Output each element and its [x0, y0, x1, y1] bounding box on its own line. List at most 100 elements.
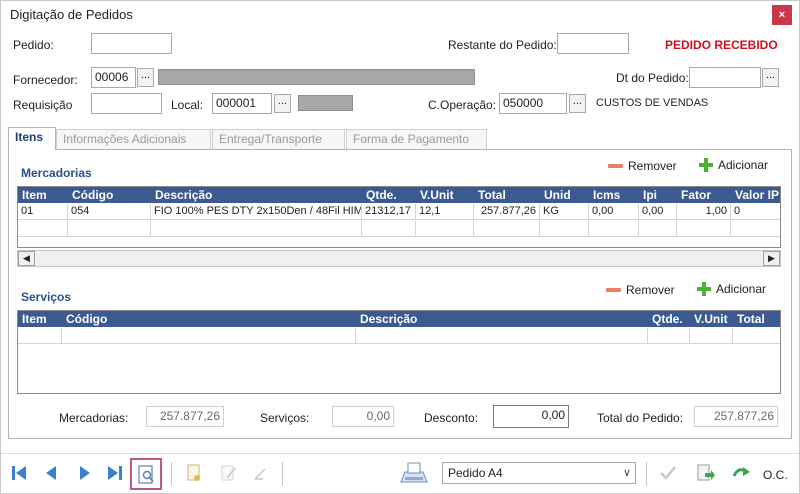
requisicao-input[interactable] [91, 93, 162, 114]
servicos-add-label: Adicionar [716, 282, 767, 296]
minus-icon [608, 164, 623, 168]
report-select-value: Pedido A4 [448, 466, 503, 480]
col-total[interactable]: Total [737, 312, 765, 326]
cell-unid: KG [540, 204, 589, 220]
tab-itens[interactable]: Itens [8, 127, 56, 150]
col-vunit[interactable]: V.Unit [694, 312, 728, 326]
delete-icon[interactable] [251, 463, 271, 483]
col-item[interactable]: Item [22, 188, 47, 202]
cell-qtde: 21312,17 [362, 204, 416, 220]
local-label: Local: [171, 98, 204, 112]
itens-panel: Mercadorias Remover Adicionar Item Códig… [8, 149, 792, 439]
fornecedor-code-input[interactable]: 00006 [91, 67, 136, 88]
mercadorias-add-label: Adicionar [718, 158, 769, 172]
pedido-input[interactable] [91, 33, 172, 54]
last-record-icon[interactable] [105, 463, 125, 483]
servicos-remove-button[interactable]: Remover [606, 283, 675, 297]
col-valor-ipi[interactable]: Valor IP [735, 188, 779, 202]
toolbar-separator [171, 462, 172, 486]
col-total[interactable]: Total [478, 188, 506, 202]
mercadorias-grid-header: Item Código Descrição Qtde. V.Unit Total… [18, 187, 780, 203]
tab-entrega-transporte[interactable]: Entrega/Transporte [212, 129, 345, 149]
col-fator[interactable]: Fator [681, 188, 711, 202]
local-code-input[interactable]: 000001 [212, 93, 272, 114]
export-document-icon[interactable] [695, 463, 715, 483]
plus-icon [697, 282, 711, 296]
mercadorias-title: Mercadorias [21, 166, 92, 180]
servicos-add-button[interactable]: Adicionar [697, 282, 766, 296]
confirm-check-icon[interactable] [658, 463, 678, 483]
desconto-label: Desconto: [424, 411, 479, 425]
cell-valor-ipi: 0 [731, 204, 780, 220]
local-name-field [298, 95, 353, 111]
total-pedido-label: Total do Pedido: [597, 411, 684, 425]
total-pedido-field: 257.877,26 [694, 406, 778, 427]
fornecedor-label: Fornecedor: [13, 73, 78, 87]
oc-label[interactable]: O.C. [763, 468, 788, 482]
col-codigo[interactable]: Código [72, 188, 113, 202]
col-icms[interactable]: Icms [593, 188, 620, 202]
col-descricao[interactable]: Descrição [360, 312, 417, 326]
col-descricao[interactable]: Descrição [155, 188, 212, 202]
servicos-title: Serviços [21, 290, 72, 304]
minus-icon [606, 288, 621, 292]
printer-icon[interactable] [399, 460, 429, 486]
scroll-left-button[interactable]: ◀ [18, 251, 35, 266]
document-search-icon [138, 465, 154, 484]
scroll-right-button[interactable]: ▶ [763, 251, 780, 266]
col-unid[interactable]: Unid [544, 188, 571, 202]
fornecedor-lookup-button[interactable]: ... [137, 68, 154, 87]
desconto-input[interactable]: 0,00 [493, 405, 569, 428]
report-select[interactable]: Pedido A4 ∨ [442, 462, 636, 484]
servicos-grid: Item Código Descrição Qtde. V.Unit Total [17, 310, 781, 394]
search-record-button[interactable] [130, 458, 162, 490]
first-record-icon[interactable] [9, 463, 29, 483]
table-row-empty [18, 328, 780, 344]
col-qtde[interactable]: Qtde. [366, 188, 397, 202]
mercadorias-remove-button[interactable]: Remover [608, 159, 677, 173]
status-badge: PEDIDO RECEBIDO [665, 38, 778, 52]
total-servicos-field: 0,00 [332, 406, 394, 427]
cell-total: 257.877,26 [474, 204, 540, 220]
previous-record-icon[interactable] [41, 463, 61, 483]
cell-descricao: FIO 100% PES DTY 2x150Den / 48Fil HIM [151, 204, 362, 220]
toolbar-separator [646, 462, 647, 486]
operacao-lookup-button[interactable]: ... [569, 94, 586, 113]
operacao-label: C.Operação: [428, 98, 497, 112]
toolbar-separator [282, 462, 283, 486]
cell-ipi: 0,00 [639, 204, 677, 220]
generate-order-arrow-icon[interactable] [731, 463, 751, 483]
cell-vunit: 12,1 [416, 204, 474, 220]
tab-informacoes-adicionais[interactable]: Informações Adicionais [56, 129, 211, 149]
requisicao-label: Requisição [13, 98, 73, 112]
servicos-remove-label: Remover [626, 283, 675, 297]
horizontal-scrollbar[interactable]: ◀ ▶ [17, 250, 781, 267]
local-lookup-button[interactable]: ... [274, 94, 291, 113]
tab-strip: Itens Informações Adicionais Entrega/Tra… [8, 127, 792, 150]
servicos-grid-header: Item Código Descrição Qtde. V.Unit Total [18, 311, 780, 327]
new-document-icon[interactable] [184, 463, 204, 483]
operacao-description: CUSTOS DE VENDAS [596, 97, 709, 109]
cell-codigo: 054 [68, 204, 151, 220]
dt-pedido-lookup-button[interactable]: ... [762, 68, 779, 87]
restante-input[interactable] [557, 33, 629, 54]
col-item[interactable]: Item [22, 312, 47, 326]
col-codigo[interactable]: Código [66, 312, 107, 326]
mercadorias-grid: Item Código Descrição Qtde. V.Unit Total… [17, 186, 781, 248]
col-vunit[interactable]: V.Unit [420, 188, 454, 202]
dt-pedido-input[interactable] [689, 67, 761, 88]
col-qtde[interactable]: Qtde. [652, 312, 683, 326]
operacao-code-input[interactable]: 050000 [499, 93, 567, 114]
next-record-icon[interactable] [75, 463, 95, 483]
dt-pedido-label: Dt do Pedido: [616, 71, 689, 85]
close-button[interactable]: × [772, 5, 792, 25]
mercadorias-add-button[interactable]: Adicionar [699, 158, 768, 172]
window-title: Digitação de Pedidos [10, 7, 133, 22]
cell-icms: 0,00 [589, 204, 639, 220]
tab-forma-pagamento[interactable]: Forma de Pagamento [346, 129, 487, 149]
col-ipi[interactable]: Ipi [643, 188, 657, 202]
edit-icon[interactable] [219, 463, 239, 483]
cell-item: 01 [18, 204, 68, 220]
restante-label: Restante do Pedido: [448, 38, 557, 52]
table-row[interactable]: 01 054 FIO 100% PES DTY 2x150Den / 48Fil… [18, 204, 780, 220]
